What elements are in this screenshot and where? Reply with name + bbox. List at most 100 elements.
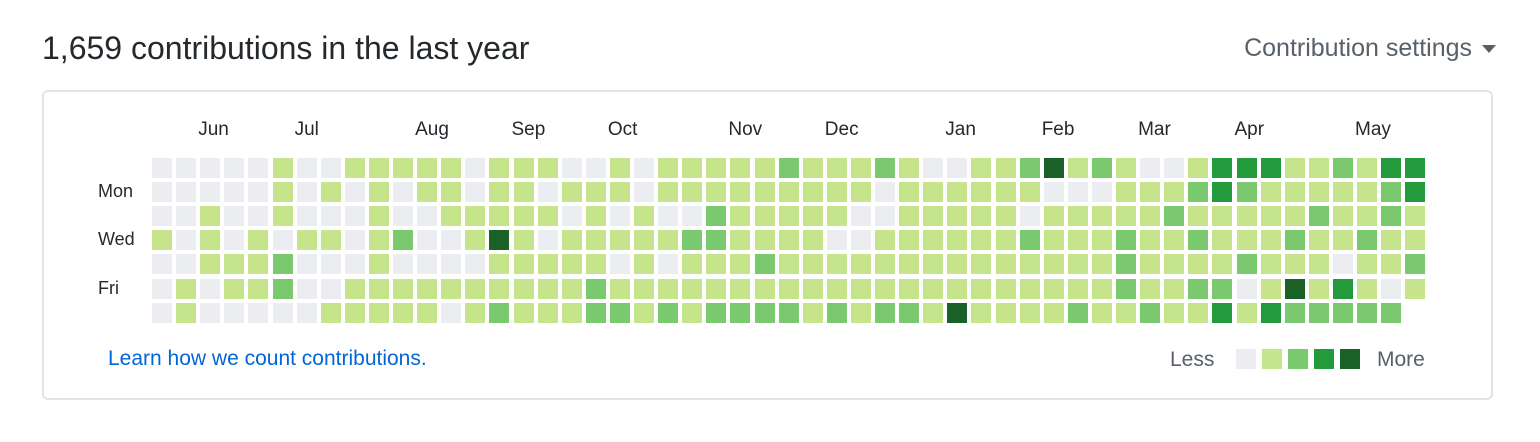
contribution-day-cell[interactable]: [1043, 278, 1064, 299]
contribution-day-cell[interactable]: [465, 206, 486, 227]
contribution-day-cell[interactable]: [393, 254, 413, 275]
contribution-day-cell[interactable]: [1381, 302, 1402, 323]
contribution-day-cell[interactable]: [1260, 158, 1281, 178]
contribution-day-cell[interactable]: [200, 254, 221, 275]
contribution-day-cell[interactable]: [1140, 254, 1161, 275]
contribution-day-cell[interactable]: [344, 254, 365, 275]
contribution-day-cell[interactable]: [224, 182, 245, 203]
contribution-day-cell[interactable]: [1019, 278, 1040, 299]
contribution-day-cell[interactable]: [513, 158, 534, 178]
contribution-day-cell[interactable]: [417, 158, 438, 178]
contribution-day-cell[interactable]: [1405, 230, 1426, 251]
contribution-day-cell[interactable]: [320, 302, 341, 323]
contribution-day-cell[interactable]: [1212, 254, 1233, 275]
contribution-day-cell[interactable]: [272, 278, 293, 299]
contribution-day-cell[interactable]: [682, 278, 703, 299]
contribution-day-cell[interactable]: [826, 158, 847, 178]
contribution-day-cell[interactable]: [1164, 302, 1185, 323]
contribution-day-cell[interactable]: [802, 254, 823, 275]
contribution-day-cell[interactable]: [368, 206, 389, 227]
contribution-day-cell[interactable]: [1381, 254, 1402, 275]
contribution-day-cell[interactable]: [224, 254, 245, 275]
contribution-day-cell[interactable]: [1357, 254, 1377, 275]
contribution-day-cell[interactable]: [417, 182, 438, 203]
contribution-day-cell[interactable]: [1140, 158, 1161, 178]
contribution-day-cell[interactable]: [1116, 254, 1136, 275]
contribution-day-cell[interactable]: [368, 230, 389, 251]
contribution-day-cell[interactable]: [368, 182, 389, 203]
contribution-day-cell[interactable]: [320, 182, 341, 203]
contribution-day-cell[interactable]: [1236, 158, 1257, 178]
contribution-day-cell[interactable]: [1405, 206, 1426, 227]
contribution-day-cell[interactable]: [513, 206, 534, 227]
contribution-day-cell[interactable]: [995, 254, 1016, 275]
contribution-day-cell[interactable]: [176, 278, 197, 299]
contribution-day-cell[interactable]: [826, 230, 847, 251]
contribution-day-cell[interactable]: [344, 182, 365, 203]
contribution-day-cell[interactable]: [634, 278, 654, 299]
contribution-day-cell[interactable]: [706, 158, 727, 178]
contribution-day-cell[interactable]: [754, 254, 775, 275]
contribution-day-cell[interactable]: [634, 158, 654, 178]
contribution-day-cell[interactable]: [513, 278, 534, 299]
contribution-day-cell[interactable]: [393, 182, 413, 203]
contribution-day-cell[interactable]: [971, 206, 992, 227]
contribution-day-cell[interactable]: [176, 158, 197, 178]
contribution-day-cell[interactable]: [513, 230, 534, 251]
contribution-day-cell[interactable]: [1308, 302, 1329, 323]
contribution-day-cell[interactable]: [1308, 158, 1329, 178]
contribution-day-cell[interactable]: [1381, 182, 1402, 203]
contribution-day-cell[interactable]: [1357, 230, 1377, 251]
contribution-day-cell[interactable]: [706, 206, 727, 227]
contribution-day-cell[interactable]: [1116, 206, 1136, 227]
contribution-day-cell[interactable]: [1236, 182, 1257, 203]
contribution-day-cell[interactable]: [1140, 206, 1161, 227]
contribution-day-cell[interactable]: [778, 230, 799, 251]
contribution-day-cell[interactable]: [730, 254, 751, 275]
contribution-day-cell[interactable]: [537, 158, 558, 178]
contribution-day-cell[interactable]: [489, 302, 510, 323]
contribution-day-cell[interactable]: [537, 182, 558, 203]
contribution-day-cell[interactable]: [296, 302, 317, 323]
contribution-day-cell[interactable]: [489, 158, 510, 178]
contribution-day-cell[interactable]: [658, 206, 679, 227]
contribution-day-cell[interactable]: [634, 230, 654, 251]
contribution-day-cell[interactable]: [1188, 278, 1209, 299]
contribution-day-cell[interactable]: [850, 158, 871, 178]
contribution-day-cell[interactable]: [224, 278, 245, 299]
contribution-day-cell[interactable]: [1332, 278, 1353, 299]
contribution-day-cell[interactable]: [1188, 230, 1209, 251]
contribution-day-cell[interactable]: [1116, 302, 1136, 323]
contribution-day-cell[interactable]: [850, 206, 871, 227]
contribution-day-cell[interactable]: [344, 230, 365, 251]
contribution-day-cell[interactable]: [1284, 254, 1305, 275]
contribution-day-cell[interactable]: [1236, 278, 1257, 299]
contribution-day-cell[interactable]: [248, 182, 269, 203]
contribution-day-cell[interactable]: [923, 254, 944, 275]
contribution-day-cell[interactable]: [1043, 254, 1064, 275]
contribution-day-cell[interactable]: [489, 254, 510, 275]
contribution-day-cell[interactable]: [778, 158, 799, 178]
contribution-day-cell[interactable]: [152, 302, 172, 323]
contribution-day-cell[interactable]: [561, 230, 582, 251]
contribution-day-cell[interactable]: [923, 182, 944, 203]
contribution-day-cell[interactable]: [947, 206, 968, 227]
contribution-day-cell[interactable]: [778, 206, 799, 227]
contribution-day-cell[interactable]: [465, 230, 486, 251]
contribution-day-cell[interactable]: [368, 254, 389, 275]
contribution-day-cell[interactable]: [875, 158, 895, 178]
contribution-day-cell[interactable]: [1043, 302, 1064, 323]
contribution-day-cell[interactable]: [899, 302, 920, 323]
contribution-day-cell[interactable]: [995, 182, 1016, 203]
contribution-day-cell[interactable]: [1212, 182, 1233, 203]
contribution-day-cell[interactable]: [585, 302, 606, 323]
contribution-day-cell[interactable]: [1212, 230, 1233, 251]
contribution-day-cell[interactable]: [1091, 254, 1112, 275]
contribution-day-cell[interactable]: [1091, 302, 1112, 323]
contribution-day-cell[interactable]: [248, 278, 269, 299]
contribution-day-cell[interactable]: [176, 254, 197, 275]
contribution-day-cell[interactable]: [1019, 302, 1040, 323]
contribution-day-cell[interactable]: [995, 302, 1016, 323]
contribution-day-cell[interactable]: [1067, 230, 1088, 251]
contribution-day-cell[interactable]: [1212, 158, 1233, 178]
